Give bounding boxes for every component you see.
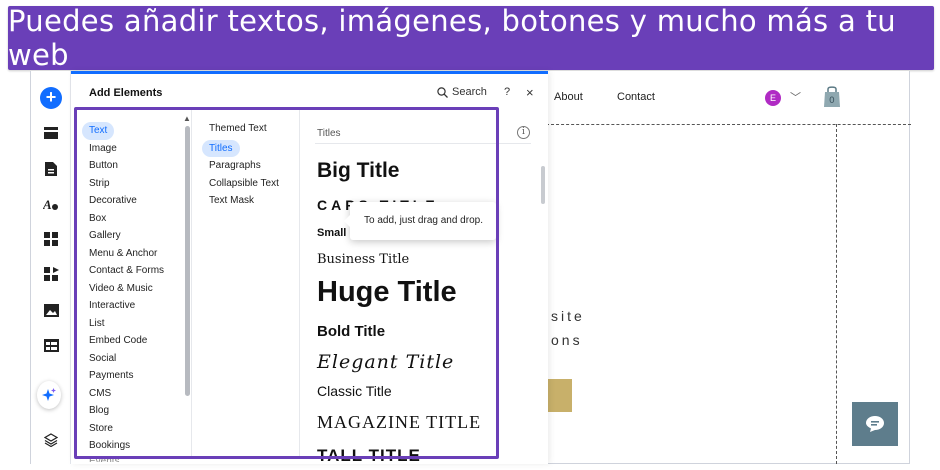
search-icon: [437, 86, 448, 98]
layers-icon[interactable]: [39, 428, 63, 452]
apps-icon[interactable]: [39, 227, 63, 251]
preview-scrollbar[interactable]: [541, 166, 545, 204]
plus-icon: +: [40, 87, 62, 109]
chat-button[interactable]: [852, 402, 898, 446]
gridline-guide: [836, 124, 837, 464]
section-guide-line: [546, 124, 911, 125]
svg-text:0: 0: [829, 96, 835, 106]
shopping-bag-icon[interactable]: 0: [823, 85, 841, 107]
info-icon[interactable]: i: [517, 126, 530, 139]
sparkle-icon: [37, 381, 61, 409]
left-rail: + A: [31, 71, 71, 464]
ai-assistant-button[interactable]: [37, 381, 61, 409]
nav-about-link[interactable]: About: [554, 91, 583, 103]
panel-title: Add Elements: [89, 87, 163, 99]
chat-bubble-icon: [866, 416, 884, 432]
site-button-block[interactable]: [546, 379, 572, 412]
banner: Puedes añadir textos, imágenes, botones …: [8, 4, 934, 72]
banner-text: Puedes añadir textos, imágenes, botones …: [8, 4, 896, 72]
highlight-frame: [74, 107, 499, 459]
editor-canvas: + A About Contact E ﹀ 0 site ons Add Ele…: [30, 71, 911, 464]
avatar[interactable]: E: [765, 90, 781, 106]
panel-search-button[interactable]: Search: [437, 86, 487, 98]
sections-icon[interactable]: [39, 121, 63, 145]
business-apps-icon[interactable]: [39, 262, 63, 286]
svg-text:A: A: [43, 197, 52, 211]
add-elements-button[interactable]: +: [39, 86, 63, 110]
design-icon[interactable]: A: [39, 192, 63, 216]
close-button[interactable]: ×: [526, 85, 534, 100]
table-icon[interactable]: [39, 333, 63, 357]
pages-icon[interactable]: [39, 157, 63, 181]
add-elements-panel: Add Elements Search ? × Text Image Butto…: [71, 71, 548, 464]
search-label: Search: [452, 86, 487, 98]
help-button[interactable]: ?: [504, 86, 510, 98]
media-icon[interactable]: [39, 298, 63, 322]
chevron-down-icon[interactable]: ﹀: [790, 89, 801, 105]
site-text-line-2[interactable]: ons: [551, 332, 583, 348]
site-text-line-1[interactable]: site: [551, 308, 585, 324]
nav-contact-link[interactable]: Contact: [617, 91, 655, 103]
